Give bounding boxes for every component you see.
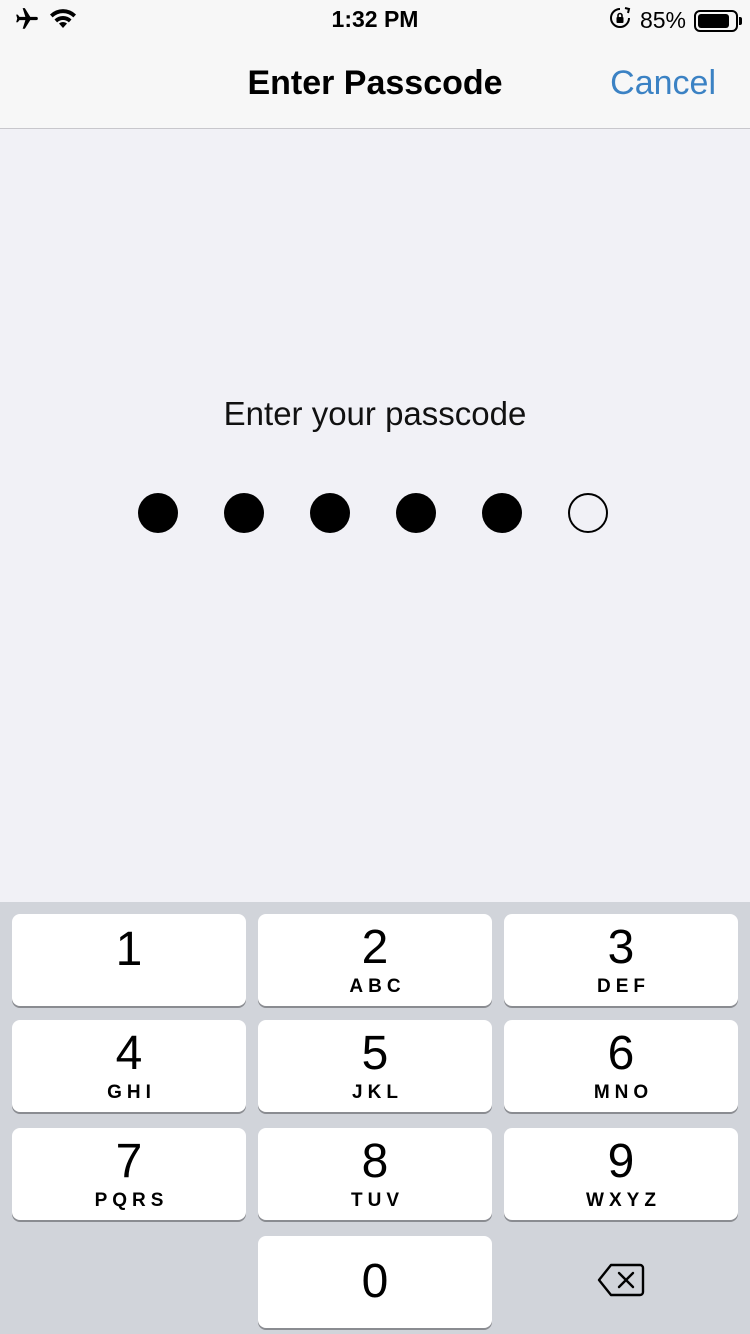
key-digit: 8 [361,1135,389,1188]
key-letters: MNO [593,1082,654,1103]
delete-backspace-icon [596,1262,646,1303]
key-letters: DEF [597,976,650,997]
passcode-dot-filled [138,493,178,533]
passcode-prompt: Enter your passcode [223,395,527,432]
passcode-dot-empty [568,493,608,533]
navigation-bar: Enter Passcode Cancel [0,40,750,129]
key-digit: 1 [115,923,143,976]
numeric-keypad: 0 1 2 ABC 3 DEF 4 GHI 5 JKL 6 MNO 7 PQRS 8 TUV 9 WXYZ [0,902,750,1334]
orientation-lock-icon [608,6,632,35]
passcode-dot-filled [482,493,522,533]
key-letters: PQRS [94,1190,169,1211]
passcode-dot-filled [310,493,350,533]
key-digit: 0 [361,1255,389,1308]
status-right: 85% [608,6,742,35]
key-1[interactable]: 1 [12,914,246,1006]
passcode-dot-filled [224,493,264,533]
status-bar: 1:32 PM 85% [0,0,750,40]
key-3[interactable]: 3 DEF [504,914,738,1006]
cancel-button[interactable]: Cancel [610,64,716,103]
key-2[interactable]: 2 ABC [258,914,492,1006]
key-8[interactable]: 8 TUV [258,1128,492,1220]
key-digit: 2 [361,921,389,974]
key-digit: 9 [607,1135,635,1188]
key-digit: 4 [115,1027,143,1080]
key-letters: JKL [352,1082,403,1103]
battery-percent: 85% [639,7,686,33]
key-letters: TUV [351,1190,404,1211]
delete-button[interactable] [504,1236,738,1328]
battery-fill [698,13,729,28]
key-digit: 3 [607,921,635,974]
key-5[interactable]: 5 JKL [258,1020,492,1112]
key-letters: WXYZ [586,1190,661,1211]
key-0[interactable]: 0 [258,1236,492,1328]
key-9[interactable]: 9 WXYZ [504,1128,738,1220]
key-6[interactable]: 6 MNO [504,1020,738,1112]
key-4[interactable]: 4 GHI [12,1020,246,1112]
key-digit: 6 [607,1027,635,1080]
key-7[interactable]: 7 PQRS [12,1128,246,1220]
passcode-dots [138,493,613,533]
passcode-dot-filled [396,493,436,533]
key-digit: 7 [115,1135,143,1188]
key-letters: ABC [349,976,406,997]
key-letters: GHI [107,1082,156,1103]
key-digit: 5 [361,1027,389,1080]
battery-icon [694,9,742,32]
